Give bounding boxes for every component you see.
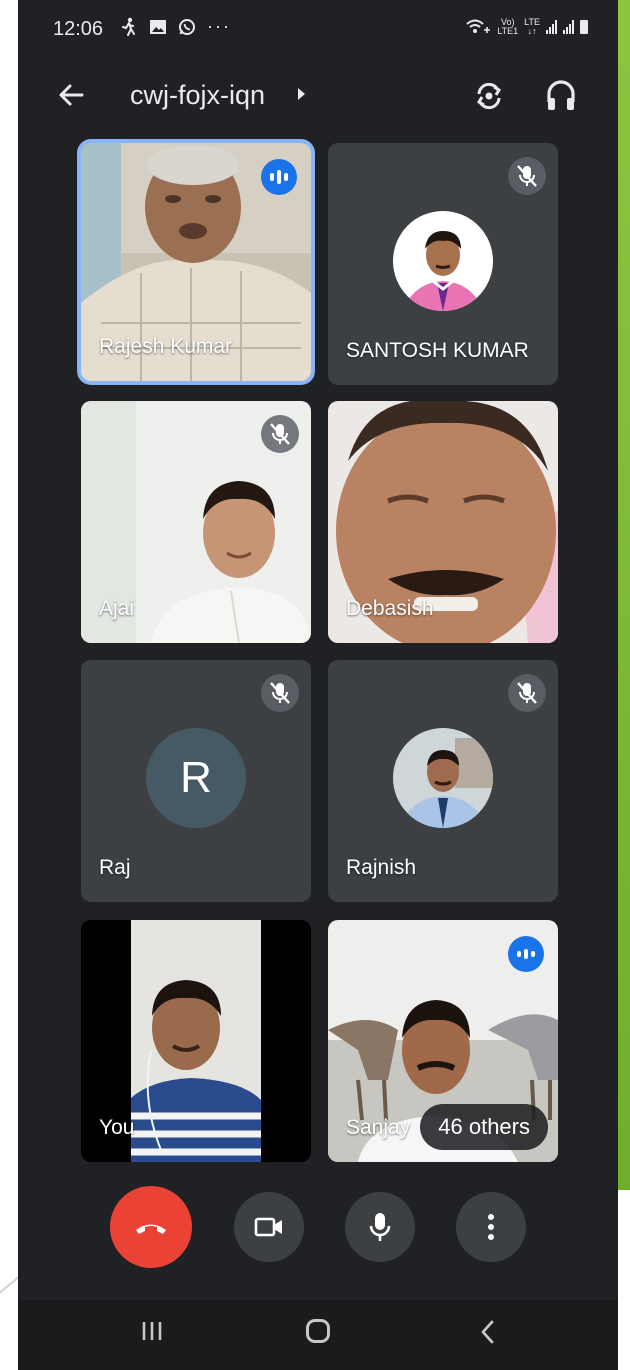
status-time: 12:06	[53, 18, 104, 40]
status-system-icons: Vo) LTE1 LTE ↓↑	[465, 18, 588, 36]
participant-tile-raj[interactable]: R Raj	[81, 660, 311, 902]
speaking-indicator-icon	[508, 936, 544, 972]
phone-screen: 12:06 ··· Vo) LTE1 LTE ↓↑ cwj-fojx-iqn R…	[18, 0, 618, 1370]
participant-tile-sanjay[interactable]: Sanjay 46 others	[328, 920, 558, 1162]
end-call-icon	[136, 1224, 166, 1234]
mic-off-icon	[261, 415, 299, 453]
battery-icon	[580, 20, 588, 34]
system-nav-bar	[18, 1300, 618, 1370]
status-notification-icons: ···	[120, 16, 231, 37]
mic-off-icon	[508, 674, 546, 712]
walking-icon	[122, 18, 135, 37]
participant-name: Rajesh Kumar	[99, 335, 233, 358]
more-options-icon	[488, 1214, 494, 1240]
wifi-calling-icon	[466, 19, 491, 33]
status-bar: 12:06 ··· Vo) LTE1 LTE ↓↑	[18, 0, 618, 60]
microphone-icon	[369, 1213, 391, 1241]
participant-name: Ajai	[99, 597, 135, 620]
participant-tile-rajnish[interactable]: Rajnish	[328, 660, 558, 902]
signal-icon	[546, 20, 557, 34]
call-controls	[18, 1186, 618, 1270]
profile-photo-avatar	[393, 211, 493, 311]
participant-tile-debasish[interactable]: Debasish	[328, 401, 558, 643]
headphones-icon[interactable]	[545, 78, 577, 114]
camera-toggle-button[interactable]	[234, 1192, 304, 1262]
end-call-button[interactable]	[110, 1186, 192, 1268]
back-icon[interactable]	[478, 1319, 498, 1345]
more-options-button[interactable]	[456, 1192, 526, 1262]
mic-off-icon	[508, 157, 546, 195]
home-icon[interactable]	[306, 1319, 330, 1343]
participant-tile-rajesh-kumar[interactable]: Rajesh Kumar	[81, 143, 311, 381]
participant-tile-santosh-kumar[interactable]: SANTOSH KUMAR	[328, 143, 558, 385]
participant-name: Debasish	[346, 597, 434, 620]
participant-name: Sanjay	[346, 1116, 411, 1139]
camera-switch-icon[interactable]	[471, 78, 507, 114]
participant-name: Rajnish	[346, 856, 417, 879]
whatsapp-icon	[179, 19, 196, 36]
recents-icon[interactable]	[140, 1320, 164, 1342]
participant-tile-ajai[interactable]: Ajai	[81, 401, 311, 643]
page: 12:06 ··· Vo) LTE1 LTE ↓↑ cwj-fojx-iqn R…	[0, 0, 630, 1370]
camera-icon	[254, 1217, 282, 1237]
gallery-icon	[150, 20, 167, 35]
speaking-indicator-icon	[261, 159, 297, 195]
others-count-chip[interactable]: 46 others	[420, 1104, 548, 1150]
mic-off-icon	[261, 674, 299, 712]
back-arrow-icon[interactable]	[56, 80, 86, 110]
microphone-toggle-button[interactable]	[345, 1192, 415, 1262]
participant-tile-you[interactable]: You	[81, 920, 311, 1162]
profile-photo-avatar	[393, 728, 493, 828]
signal-icon-2	[563, 20, 574, 34]
meeting-header: cwj-fojx-iqn	[18, 70, 618, 126]
meeting-code[interactable]: cwj-fojx-iqn	[130, 80, 265, 111]
decorative-green-bar-right	[618, 0, 630, 1190]
participant-name: SANTOSH KUMAR	[346, 339, 529, 362]
participant-name: You	[99, 1116, 135, 1139]
letter-avatar: R	[146, 728, 246, 828]
more-dots-icon: ···	[207, 16, 232, 36]
volte-lte-icon: Vo) LTE1	[497, 18, 518, 36]
chevron-right-icon[interactable]	[298, 88, 305, 100]
lte1-text: LTE1	[497, 26, 519, 36]
participant-name: Raj	[99, 856, 131, 879]
lte-icon: LTE ↓↑	[524, 17, 540, 36]
